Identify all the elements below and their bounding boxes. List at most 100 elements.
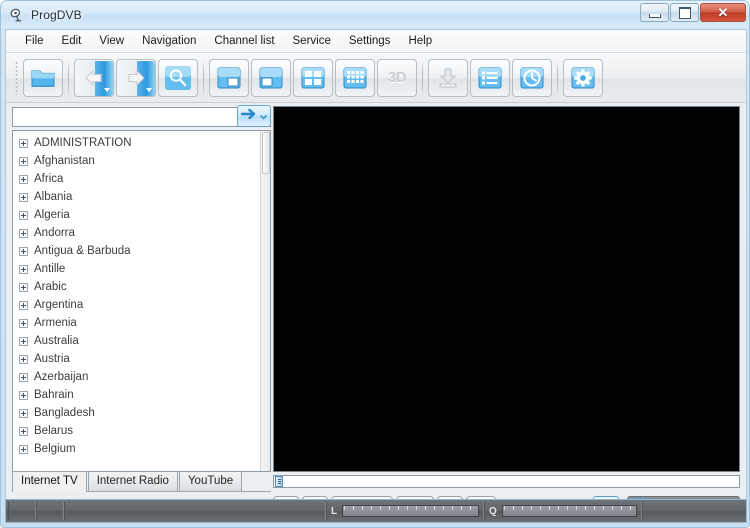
tree-item[interactable]: Albania — [15, 188, 270, 206]
expand-icon[interactable] — [19, 192, 28, 202]
tree-item[interactable]: Bangladesh — [15, 404, 270, 422]
tree-item[interactable]: Bahrain — [15, 386, 270, 404]
tree-item[interactable]: Africa — [15, 170, 270, 188]
video-display[interactable] — [273, 106, 740, 472]
menu-edit[interactable]: Edit — [53, 32, 91, 50]
tree-item-label: Afghanistan — [34, 155, 95, 167]
three-d-button[interactable]: 3D — [377, 58, 417, 97]
channel-panel: ADMINISTRATION Afghanistan Africa Albani… — [8, 105, 273, 522]
title-bar[interactable]: ProgDVB ✕ — [1, 1, 749, 28]
source-tabs: Internet TV Internet Radio YouTube — [12, 471, 271, 492]
channel-tree-scrollbar[interactable] — [260, 131, 270, 471]
epg-schedule-button[interactable] — [512, 58, 552, 97]
window-controls: ✕ — [639, 3, 746, 22]
status-cell-1 — [8, 502, 36, 520]
maximize-button[interactable] — [670, 3, 699, 22]
layout-corner-button[interactable] — [251, 58, 291, 97]
menu-navigation[interactable]: Navigation — [133, 32, 205, 50]
signal-quality-gauge — [501, 505, 637, 517]
channel-tree[interactable]: ADMINISTRATION Afghanistan Africa Albani… — [12, 130, 271, 472]
seek-row — [273, 472, 740, 488]
chevron-down-icon[interactable] — [104, 87, 110, 92]
expand-icon[interactable] — [19, 300, 28, 310]
expand-icon[interactable] — [19, 318, 28, 328]
tab-youtube[interactable]: YouTube — [178, 471, 243, 491]
expand-icon[interactable] — [19, 228, 28, 238]
expand-icon[interactable] — [19, 174, 28, 184]
player-panel: 00:00:00 — [273, 106, 744, 522]
toolbar-separator — [557, 59, 558, 96]
menu-settings[interactable]: Settings — [340, 32, 400, 50]
forward-button[interactable] — [116, 58, 156, 97]
search-button[interactable] — [158, 58, 198, 97]
tree-item[interactable]: Algeria — [15, 206, 270, 224]
expand-icon[interactable] — [19, 390, 28, 400]
menu-service[interactable]: Service — [284, 32, 340, 50]
tree-item[interactable]: Belgium — [15, 440, 270, 458]
picture-in-picture-button[interactable] — [209, 58, 249, 97]
client-area: File Edit View Navigation Channel list S… — [5, 29, 747, 522]
layout-corner-icon — [258, 66, 284, 90]
tab-internet-tv[interactable]: Internet TV — [12, 471, 87, 492]
toolbar-separator — [422, 59, 423, 96]
scrollbar-thumb[interactable] — [262, 132, 270, 174]
expand-icon[interactable] — [19, 336, 28, 346]
tree-item[interactable]: Afghanistan — [15, 152, 270, 170]
tree-item-label: Andorra — [34, 227, 75, 239]
close-button[interactable]: ✕ — [700, 3, 746, 22]
tree-item[interactable]: Belarus — [15, 422, 270, 440]
tree-item-label: Albania — [34, 191, 73, 203]
signal-level-meter: L — [326, 502, 484, 520]
tree-item-label: Bahrain — [34, 389, 74, 401]
tree-item[interactable]: Australia — [15, 332, 270, 350]
expand-icon[interactable] — [19, 138, 28, 148]
menu-file[interactable]: File — [16, 32, 53, 50]
menu-view[interactable]: View — [90, 32, 133, 50]
search-input[interactable] — [12, 107, 271, 127]
list-icon — [477, 66, 503, 90]
tree-item-label: ADMINISTRATION — [34, 137, 132, 149]
expand-icon[interactable] — [19, 354, 28, 364]
multi-view-button[interactable] — [335, 58, 375, 97]
expand-icon[interactable] — [19, 444, 28, 454]
record-download-button[interactable] — [428, 58, 468, 97]
tree-item[interactable]: ADMINISTRATION — [15, 134, 270, 152]
expand-icon[interactable] — [19, 408, 28, 418]
clock-icon — [519, 66, 545, 90]
tree-item-label: Antigua & Barbuda — [34, 245, 131, 257]
tree-item[interactable]: Antille — [15, 260, 270, 278]
open-folder-button[interactable] — [23, 58, 63, 97]
seek-slider[interactable] — [273, 475, 740, 488]
toolbar-grip[interactable] — [13, 60, 20, 95]
chevron-down-icon[interactable] — [146, 87, 152, 92]
tree-item[interactable]: Arabic — [15, 278, 270, 296]
expand-icon[interactable] — [19, 156, 28, 166]
menu-help[interactable]: Help — [399, 32, 441, 50]
expand-icon[interactable] — [19, 282, 28, 292]
tree-item-label: Algeria — [34, 209, 70, 221]
chevron-down-icon[interactable] — [260, 107, 267, 125]
folder-icon — [30, 66, 56, 90]
tree-item-label: Belarus — [34, 425, 73, 437]
tree-item[interactable]: Antigua & Barbuda — [15, 242, 270, 260]
tree-item[interactable]: Andorra — [15, 224, 270, 242]
expand-icon[interactable] — [19, 372, 28, 382]
tree-item[interactable]: Austria — [15, 350, 270, 368]
seek-slider-thumb[interactable] — [275, 476, 283, 487]
expand-icon[interactable] — [19, 246, 28, 256]
tree-item[interactable]: Azerbaijan — [15, 368, 270, 386]
tree-item[interactable]: Argentina — [15, 296, 270, 314]
settings-button[interactable] — [563, 58, 603, 97]
back-button[interactable] — [74, 58, 114, 97]
expand-icon[interactable] — [19, 264, 28, 274]
channel-list-button[interactable] — [470, 58, 510, 97]
quad-view-button[interactable] — [293, 58, 333, 97]
tree-item[interactable]: Armenia — [15, 314, 270, 332]
expand-icon[interactable] — [19, 426, 28, 436]
menu-channel-list[interactable]: Channel list — [205, 32, 283, 50]
tab-internet-radio[interactable]: Internet Radio — [87, 471, 178, 491]
search-go-button[interactable] — [237, 105, 271, 127]
minimize-button[interactable] — [640, 3, 669, 22]
expand-icon[interactable] — [19, 210, 28, 220]
tree-item-label: Bangladesh — [34, 407, 95, 419]
